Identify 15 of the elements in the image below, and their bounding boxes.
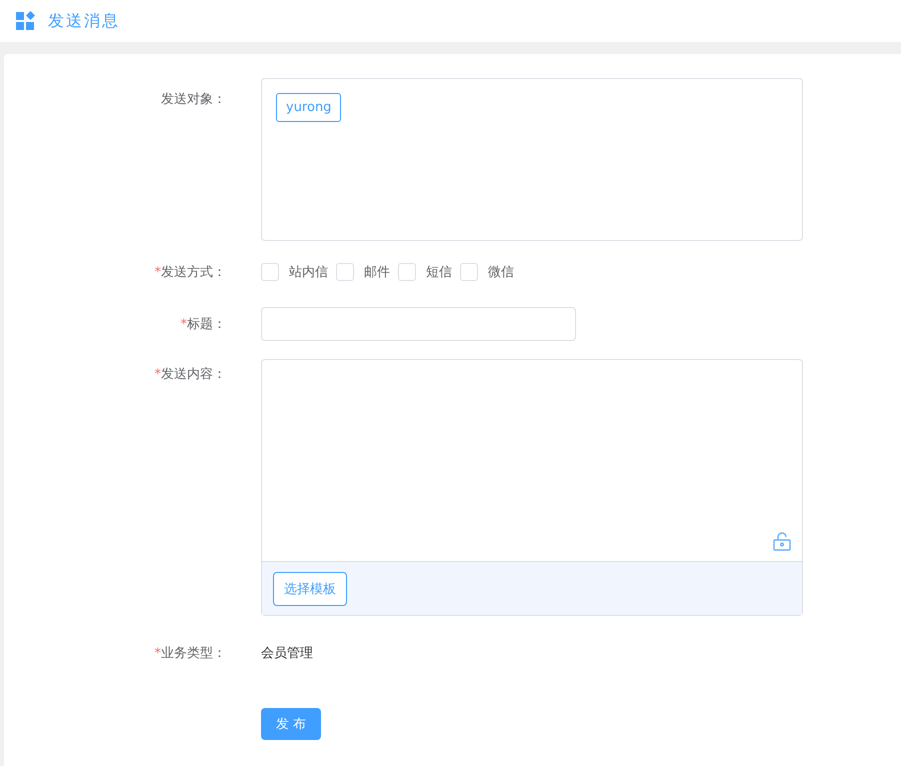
method-checkbox[interactable]: 站内信 <box>261 263 328 281</box>
unlock-icon[interactable] <box>772 531 792 551</box>
field-label: 发送对象： <box>161 91 226 108</box>
apps-icon <box>16 11 36 31</box>
method-checkbox[interactable]: 短信 <box>398 263 452 281</box>
title-input[interactable] <box>261 307 576 341</box>
field-label: *发送方式： <box>154 264 226 281</box>
method-checkbox[interactable]: 微信 <box>460 263 514 281</box>
page-title: 发送消息 <box>48 10 120 32</box>
recipient-tag: yurong <box>276 93 342 122</box>
method-checkbox[interactable]: 邮件 <box>336 263 390 281</box>
field-label: *发送内容： <box>154 366 226 383</box>
business-type-value: 会员管理 <box>261 645 314 662</box>
field-label: *业务类型： <box>154 645 226 662</box>
field-label: *标题： <box>180 316 226 333</box>
